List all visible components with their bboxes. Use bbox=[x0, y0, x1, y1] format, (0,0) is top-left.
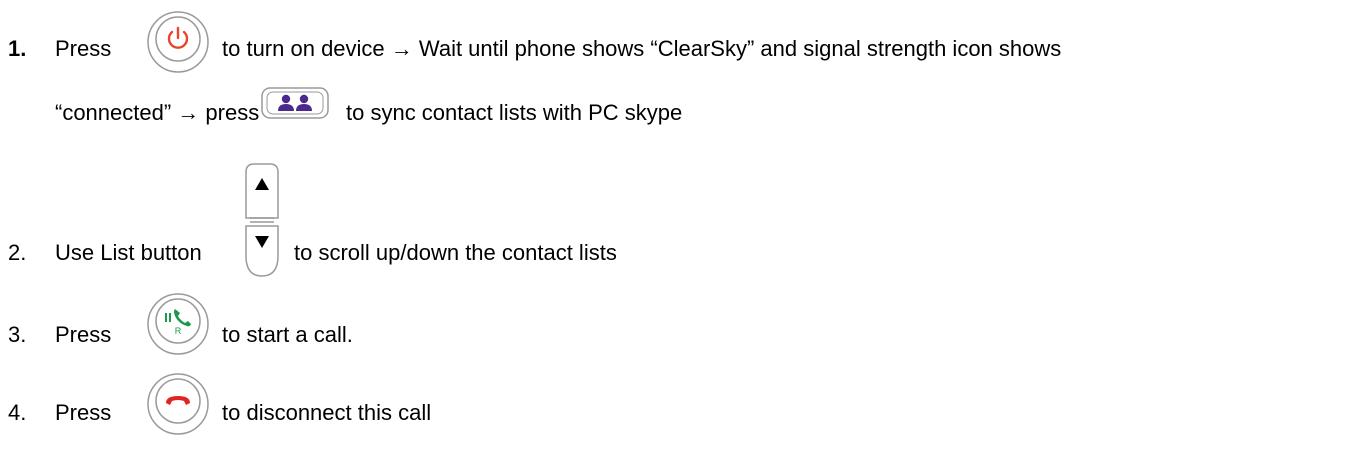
list-up-down-button-icon bbox=[240, 160, 284, 280]
step-3-number: 3. bbox=[8, 322, 27, 347]
step-1-press-text: Press bbox=[55, 36, 112, 61]
step-2-after-list-text: to scroll up/down the contact lists bbox=[294, 240, 617, 265]
step-1-after-contacts-text: to sync contact lists with PC skype bbox=[346, 100, 683, 125]
step-1-number: 1. bbox=[8, 36, 27, 61]
step-4-after-end-text: to disconnect this call bbox=[222, 400, 432, 425]
step-4-press-text: Press bbox=[55, 400, 112, 425]
step-1-connected-text: “connected” → press bbox=[55, 100, 260, 125]
step-3-after-call-text: to start a call. bbox=[222, 322, 353, 347]
step-3-press-text: Press bbox=[55, 322, 112, 347]
step-4-number: 4. bbox=[8, 400, 27, 425]
power-button-icon bbox=[146, 10, 210, 74]
step-2-use-text: Use List button bbox=[55, 240, 202, 265]
step-2-number: 2. bbox=[8, 240, 27, 265]
end-call-button-icon bbox=[146, 372, 210, 436]
call-button-icon: R bbox=[146, 292, 210, 356]
step-1-after-power-text: to turn on device → Wait until phone sho… bbox=[222, 36, 1062, 61]
contacts-sync-button-icon bbox=[260, 84, 330, 122]
call-button-letter: R bbox=[175, 326, 182, 336]
